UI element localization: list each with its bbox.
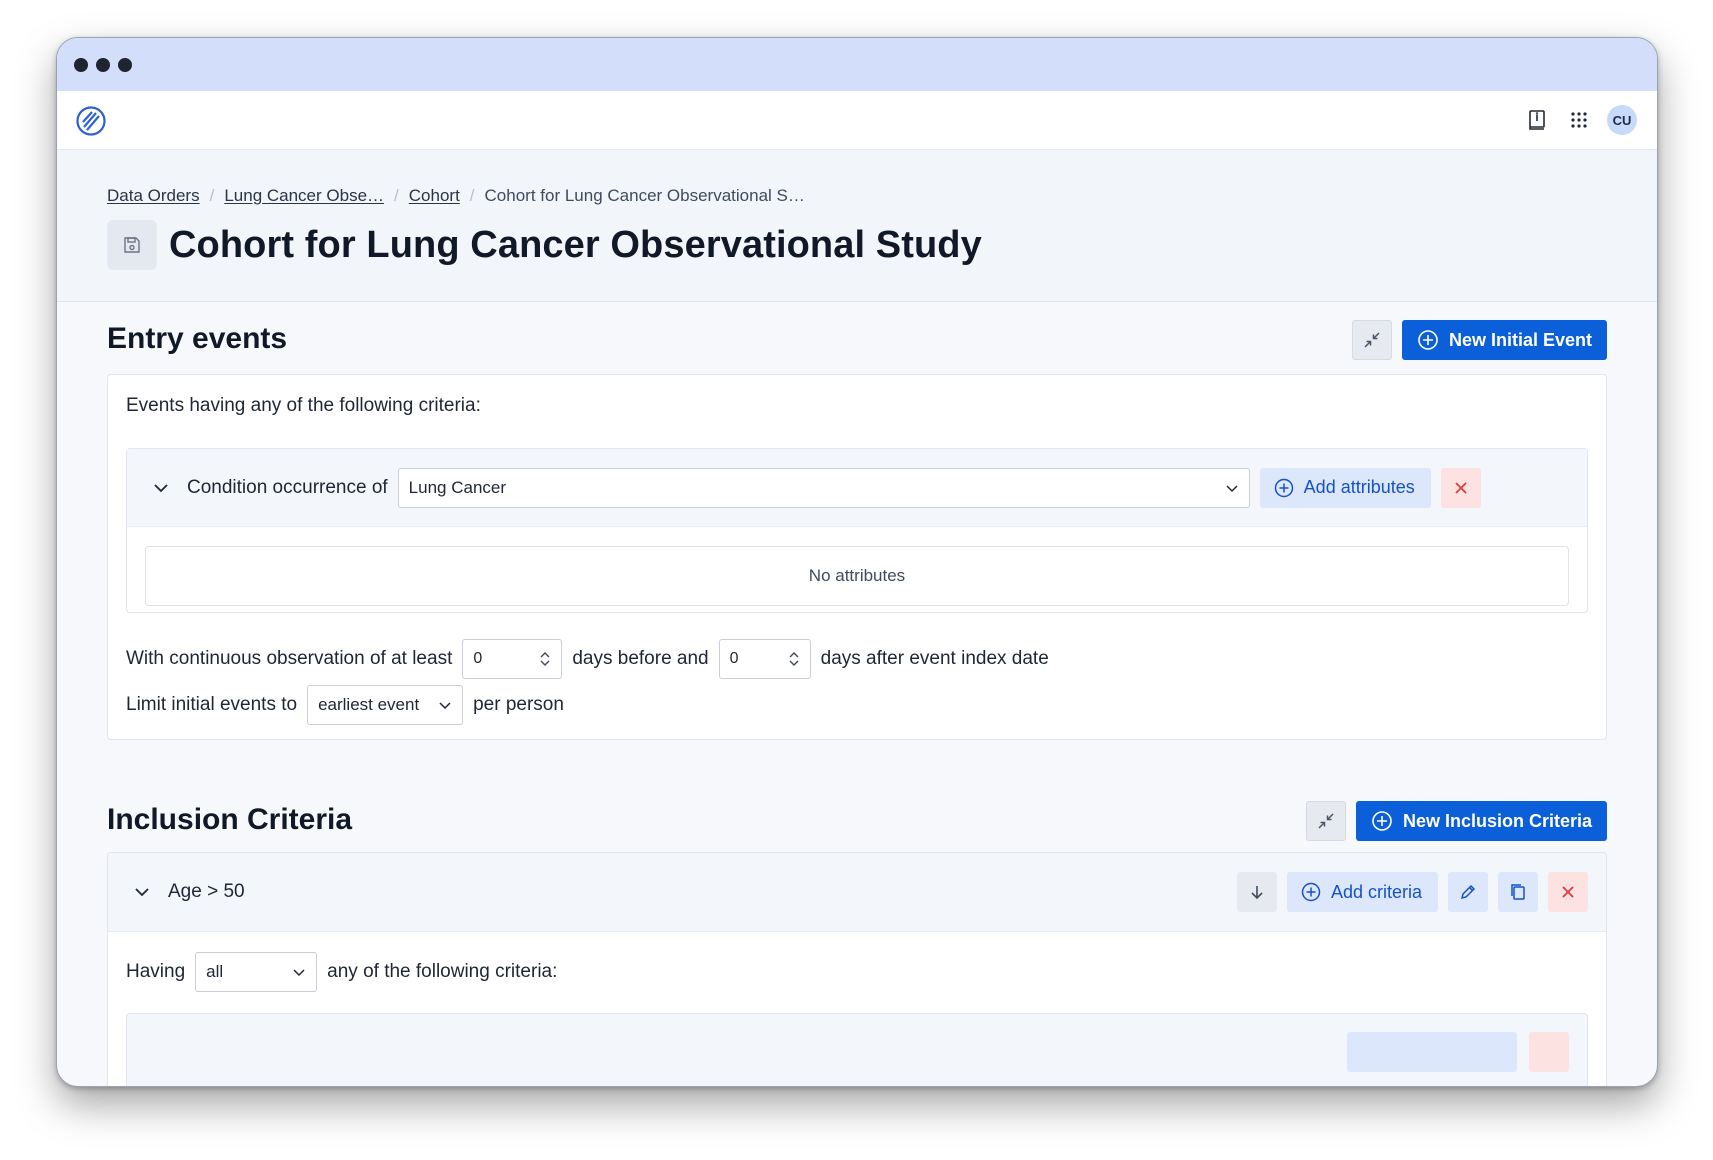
duplicate-button[interactable] xyxy=(1498,872,1538,912)
entry-events-intro: Events having any of the following crite… xyxy=(126,395,481,416)
window-maximize-dot[interactable] xyxy=(118,58,132,72)
app-bar: CU xyxy=(57,91,1657,150)
entry-events-header: Entry events New Initial Event xyxy=(107,302,1607,374)
nested-criteria-group xyxy=(126,1013,1588,1086)
remove-criterion-button[interactable] xyxy=(1440,467,1481,508)
collapse-icon xyxy=(1318,813,1334,829)
observation-middle: days before and xyxy=(572,648,709,669)
logo-icon[interactable] xyxy=(75,105,107,137)
grid-icon[interactable] xyxy=(1565,106,1593,134)
observation-prefix: With continuous observation of at least xyxy=(126,648,453,669)
plus-circle-icon xyxy=(1301,882,1321,902)
title-row: Cohort for Lung Cancer Observational Stu… xyxy=(107,220,982,270)
breadcrumb-separator: / xyxy=(469,186,475,205)
move-down-button[interactable] xyxy=(1236,872,1277,912)
criterion-card: Condition occurrence of Lung Cancer Add … xyxy=(126,448,1588,613)
concept-select-value: Lung Cancer xyxy=(408,477,507,497)
collapse-all-button[interactable] xyxy=(1305,801,1346,841)
breadcrumb-separator: / xyxy=(209,186,215,205)
breadcrumb-current: Cohort for Lung Cancer Observational S… xyxy=(484,186,805,205)
add-attributes-label: Add attributes xyxy=(1303,477,1415,497)
inclusion-header: Inclusion Criteria New Inclusion Criteri… xyxy=(107,740,1607,852)
limit-select-value: earliest event xyxy=(318,695,420,714)
stepper-icon[interactable] xyxy=(788,651,800,667)
having-select-value: all xyxy=(206,962,224,981)
inclusion-rule-card: Age > 50 Add criteria Having all any of … xyxy=(107,852,1607,1086)
chevron-down-icon xyxy=(293,969,305,977)
window-titlebar xyxy=(57,38,1657,91)
chevron-down-icon xyxy=(1226,484,1238,492)
breadcrumb-cohort[interactable]: Cohort xyxy=(409,186,460,206)
page-title: Cohort for Lung Cancer Observational Stu… xyxy=(169,223,982,266)
plus-circle-icon xyxy=(1274,478,1293,497)
days-after-value: 0 xyxy=(729,650,739,667)
add-criteria-label: Add criteria xyxy=(1330,881,1422,902)
limit-suffix: per person xyxy=(473,694,564,715)
days-after-input[interactable]: 0 xyxy=(718,639,811,679)
chevron-down-icon[interactable] xyxy=(149,476,173,500)
chevron-down-icon[interactable] xyxy=(130,880,154,904)
entry-events-card: Events having any of the following crite… xyxy=(107,374,1607,740)
observation-suffix: days after event index date xyxy=(820,648,1049,669)
window-close-dot[interactable] xyxy=(74,58,88,72)
criterion-header: Condition occurrence of Lung Cancer Add … xyxy=(127,449,1587,527)
new-initial-event-button[interactable]: New Initial Event xyxy=(1401,320,1607,360)
plus-circle-icon xyxy=(1418,330,1438,350)
user-avatar[interactable]: CU xyxy=(1607,105,1637,135)
having-suffix: any of the following criteria: xyxy=(327,961,558,982)
new-inclusion-criteria-label: New Inclusion Criteria xyxy=(1402,810,1592,831)
pencil-icon xyxy=(1460,884,1476,900)
new-inclusion-criteria-button[interactable]: New Inclusion Criteria xyxy=(1355,801,1607,841)
plus-circle-icon xyxy=(1372,811,1392,831)
new-initial-event-label: New Initial Event xyxy=(1448,329,1592,350)
concept-select[interactable]: Lung Cancer xyxy=(397,467,1250,508)
chevron-down-icon xyxy=(439,702,451,710)
collapse-all-button[interactable] xyxy=(1351,320,1392,360)
inclusion-rule-header: Age > 50 Add criteria xyxy=(108,853,1606,932)
breadcrumb-data-orders[interactable]: Data Orders xyxy=(107,186,200,206)
collapse-icon xyxy=(1364,332,1380,348)
remove-rule-button[interactable] xyxy=(1548,872,1588,912)
save-icon xyxy=(107,220,157,270)
entry-events-title: Entry events xyxy=(107,322,288,355)
window-minimize-dot[interactable] xyxy=(96,58,110,72)
main-content: Entry events New Initial Event Events ha xyxy=(57,302,1657,1086)
page-header: Data Orders / Lung Cancer Obse… / Cohort… xyxy=(57,150,1657,302)
breadcrumb-study[interactable]: Lung Cancer Obse… xyxy=(224,186,384,206)
nested-add-button[interactable] xyxy=(1347,1032,1517,1072)
days-before-value: 0 xyxy=(473,650,483,667)
having-row: Having all any of the following criteria… xyxy=(126,952,557,992)
add-attributes-button[interactable]: Add attributes xyxy=(1259,467,1431,508)
inclusion-title: Inclusion Criteria xyxy=(107,803,353,836)
stepper-icon[interactable] xyxy=(539,651,551,667)
arrow-down-icon xyxy=(1251,886,1263,900)
app-bar-actions: CU xyxy=(1523,105,1637,135)
close-icon xyxy=(1562,886,1574,898)
inclusion-actions: New Inclusion Criteria xyxy=(1305,801,1607,841)
limit-row: Limit initial events to earliest event p… xyxy=(126,685,564,725)
copy-icon xyxy=(1511,884,1525,900)
entry-events-actions: New Initial Event xyxy=(1351,320,1607,360)
days-before-input[interactable]: 0 xyxy=(462,639,563,679)
add-criteria-button[interactable]: Add criteria xyxy=(1286,872,1438,912)
criterion-label: Condition occurrence of xyxy=(187,476,388,498)
breadcrumb-separator: / xyxy=(394,186,399,205)
having-prefix: Having xyxy=(126,961,186,982)
close-icon xyxy=(1455,481,1467,494)
book-icon[interactable] xyxy=(1523,106,1551,134)
breadcrumb: Data Orders / Lung Cancer Obse… / Cohort… xyxy=(107,186,805,206)
app-window: CU Data Orders / Lung Cancer Obse… / Coh… xyxy=(56,37,1658,1087)
no-attributes-box: No attributes xyxy=(145,546,1569,606)
inclusion-rule-name: Age > 50 xyxy=(168,881,245,902)
edit-button[interactable] xyxy=(1448,872,1488,912)
limit-prefix: Limit initial events to xyxy=(126,694,298,715)
nested-remove-button[interactable] xyxy=(1529,1032,1569,1072)
having-select[interactable]: all xyxy=(195,952,318,992)
observation-row: With continuous observation of at least … xyxy=(126,639,1049,679)
limit-select[interactable]: earliest event xyxy=(307,685,464,725)
